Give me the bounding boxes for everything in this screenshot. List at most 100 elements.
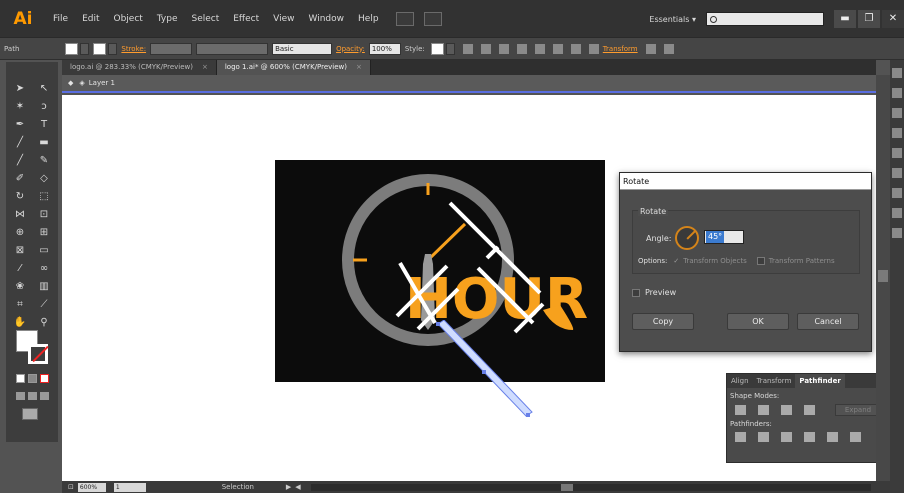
color-panel-icon[interactable] [892, 68, 902, 78]
recolor-icon[interactable] [462, 43, 473, 54]
free-transform-tool-icon[interactable]: ⊡ [36, 208, 52, 222]
transparency-panel-icon[interactable] [892, 188, 902, 198]
stroke-dropdown[interactable] [108, 42, 118, 55]
lasso-tool-icon[interactable]: ↄ [36, 100, 52, 114]
trim-icon[interactable] [758, 432, 769, 442]
layers-panel-icon[interactable] [892, 228, 902, 238]
brush-definition[interactable]: Basic [272, 42, 333, 55]
tab-transform[interactable]: Transform [753, 374, 796, 388]
divide-icon[interactable] [735, 432, 746, 442]
artboard-nav-icon[interactable]: ⊡ [68, 483, 74, 491]
symbols-panel-icon[interactable] [892, 128, 902, 138]
stroke-panel-icon[interactable] [892, 148, 902, 158]
exclude-icon[interactable] [804, 405, 815, 415]
hscroll-thumb[interactable] [560, 483, 573, 491]
status-back-icon[interactable]: ◀ [295, 483, 300, 491]
blob-brush-tool-icon[interactable]: ✐ [12, 172, 28, 186]
tab-pathfinder[interactable]: Pathfinder [795, 374, 845, 388]
draw-inside-icon[interactable] [40, 392, 49, 400]
magic-wand-tool-icon[interactable]: ✶ [12, 100, 28, 114]
align-bottom-icon[interactable] [588, 43, 599, 54]
expand-button[interactable]: Expand [835, 404, 881, 416]
appearance-panel-icon[interactable] [892, 208, 902, 218]
transform-objects-checkbox[interactable]: ✓ [673, 257, 679, 265]
tab-logo-1[interactable]: logo 1.ai* @ 600% (CMYK/Preview) × [216, 60, 371, 75]
screen-mode-icon[interactable] [22, 408, 38, 420]
intersect-icon[interactable] [781, 405, 792, 415]
horizontal-scrollbar[interactable] [310, 483, 871, 491]
unite-icon[interactable] [735, 405, 746, 415]
copy-button[interactable]: Copy [632, 313, 694, 330]
isolate-icon[interactable] [645, 43, 656, 54]
fill-swatch[interactable] [65, 42, 79, 55]
type-tool-icon[interactable]: T [36, 118, 52, 132]
stroke-swatch[interactable] [93, 42, 107, 55]
opacity-field[interactable]: 100% [368, 42, 401, 55]
close-button[interactable]: ✕ [882, 10, 904, 28]
stroke-weight-field[interactable] [150, 42, 193, 55]
rotate-tool-icon[interactable]: ↻ [12, 190, 28, 204]
menu-window[interactable]: Window [302, 14, 352, 24]
width-tool-icon[interactable]: ⋈ [12, 208, 28, 222]
eraser-tool-icon[interactable]: ◇ [36, 172, 52, 186]
angle-input[interactable]: 45° [704, 230, 744, 244]
status-play-icon[interactable]: ▶ [286, 483, 291, 491]
align-top-icon[interactable] [552, 43, 563, 54]
color-mode-icon[interactable] [16, 374, 25, 383]
angle-dial-icon[interactable] [675, 226, 699, 250]
style-swatch[interactable] [430, 42, 444, 55]
vertical-scrollbar[interactable] [876, 75, 890, 481]
align-center-icon[interactable] [516, 43, 527, 54]
transform-patterns-checkbox[interactable] [756, 257, 765, 265]
back-arrow-icon[interactable]: ◆ [68, 79, 73, 87]
direct-selection-tool-icon[interactable]: ↖ [36, 82, 52, 96]
gradient-mode-icon[interactable] [28, 374, 37, 383]
symbol-sprayer-tool-icon[interactable]: ❀ [12, 280, 28, 294]
hand-tool-icon[interactable]: ✋ [12, 316, 28, 330]
bridge-icon[interactable] [395, 11, 414, 26]
preview-checkbox[interactable] [632, 288, 640, 297]
search-input[interactable] [706, 12, 824, 26]
pen-tool-icon[interactable]: ✒ [12, 118, 28, 132]
minus-front-icon[interactable] [758, 405, 769, 415]
menu-edit[interactable]: Edit [75, 14, 106, 24]
menu-object[interactable]: Object [107, 14, 150, 24]
artboard-tool-icon[interactable]: ⌗ [12, 298, 28, 312]
menu-type[interactable]: Type [150, 14, 185, 24]
menu-effect[interactable]: Effect [226, 14, 266, 24]
slice-tool-icon[interactable]: ⟋ [36, 298, 52, 312]
ok-button[interactable]: OK [727, 313, 789, 330]
pencil-tool-icon[interactable]: ✎ [36, 154, 52, 168]
align-right-icon[interactable] [534, 43, 545, 54]
scroll-thumb[interactable] [878, 270, 888, 282]
cancel-button[interactable]: Cancel [797, 313, 859, 330]
draw-normal-icon[interactable] [16, 392, 25, 400]
crop-icon[interactable] [804, 432, 815, 442]
tab-close-icon[interactable]: × [356, 63, 362, 71]
tab-align[interactable]: Align [727, 374, 753, 388]
menu-help[interactable]: Help [351, 14, 386, 24]
arrange-documents-icon[interactable] [423, 11, 442, 26]
mesh-tool-icon[interactable]: ⊠ [12, 244, 28, 258]
transform-link[interactable]: Transform [603, 45, 638, 53]
brushes-panel-icon[interactable] [892, 108, 902, 118]
shape-builder-tool-icon[interactable]: ⊕ [12, 226, 28, 240]
scale-tool-icon[interactable]: ⬚ [36, 190, 52, 204]
line-tool-icon[interactable]: ╱ [12, 136, 28, 150]
rectangle-tool-icon[interactable]: ▬ [36, 136, 52, 150]
swatches-panel-icon[interactable] [892, 88, 902, 98]
align-left-icon[interactable] [498, 43, 509, 54]
eyedropper-tool-icon[interactable]: ⁄ [12, 262, 28, 276]
menu-select[interactable]: Select [184, 14, 226, 24]
style-dropdown[interactable] [445, 42, 455, 55]
stroke-color-box[interactable] [28, 344, 48, 364]
blend-tool-icon[interactable]: ∞ [36, 262, 52, 276]
menu-file[interactable]: File [46, 14, 75, 24]
anchor-options-icon[interactable] [663, 43, 674, 54]
align-to-icon[interactable] [480, 43, 491, 54]
perspective-grid-tool-icon[interactable]: ⊞ [36, 226, 52, 240]
minus-back-icon[interactable] [850, 432, 861, 442]
gradient-panel-icon[interactable] [892, 168, 902, 178]
gradient-tool-icon[interactable]: ▭ [36, 244, 52, 258]
align-middle-icon[interactable] [570, 43, 581, 54]
